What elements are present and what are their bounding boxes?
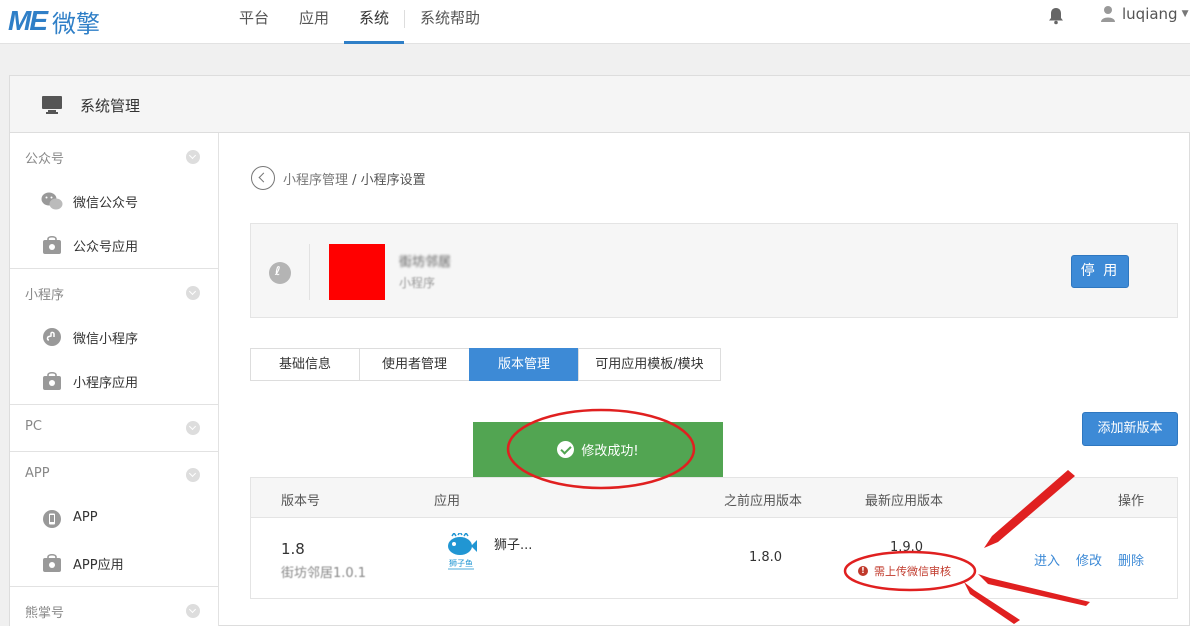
sidebar-group-label: 公众号 [25,152,65,167]
column-header: 应用 [434,494,461,509]
breadcrumb-separator: / [348,173,361,188]
breadcrumb-parent-link[interactable]: 小程序管理 [283,173,348,188]
table-header: 版本号 应用 之前应用版本 最新应用版本 操作 [251,478,1177,518]
chevron-down-icon: ▼ [1181,9,1189,19]
main-nav: 平台 应用 系统 系统帮助 [224,0,495,44]
breadcrumb-current: 小程序设置 [360,173,426,188]
add-version-button[interactable]: 添加新版本 [1082,412,1178,446]
sidebar-item-app-apps[interactable]: APP应用 [10,541,219,585]
sidebar-group-label: APP [25,466,50,481]
column-header: 最新应用版本 [865,494,944,509]
delete-link[interactable]: 删除 [1118,550,1144,569]
phone-icon [43,510,61,528]
nav-item-platform[interactable]: 平台 [224,0,284,44]
version-number: 1.8 [281,540,305,558]
top-navbar: ME 微擎 平台 应用 系统 系统帮助 luqiang ▼ [0,0,1190,44]
sidebar-divider [10,586,219,587]
miniprogram-icon [43,328,61,346]
toast-message: 修改成功! [581,444,639,459]
app-name: 狮子... [494,538,533,553]
version-description: 街坊邻居1.0.1 [281,566,367,581]
chevron-down-icon [186,604,200,618]
tab-version-management[interactable]: 版本管理 [469,348,579,381]
panel-header: 系统管理 [10,76,1190,133]
miniprogram-name: 街坊邻居 [399,255,452,270]
monitor-icon [42,96,62,114]
sidebar-divider [10,404,219,405]
tab-user-management[interactable]: 使用者管理 [359,348,470,381]
sidebar-group-label: PC [25,419,42,434]
tab-basic-info[interactable]: 基础信息 [250,348,360,381]
sidebar-item-label: 公众号应用 [73,240,139,255]
bell-icon[interactable] [1046,6,1066,26]
sidebar-group-label: 熊掌号 [25,606,65,621]
column-header: 版本号 [281,494,321,509]
sidebar-item-wechat-miniprogram[interactable]: 微信小程序 [10,315,219,359]
shopping-bag-icon [43,235,61,254]
brand-name: 微擎 [52,9,100,38]
tab-available-templates[interactable]: 可用应用模板/模块 [578,348,721,381]
sidebar-item-label: APP [73,510,98,525]
card-divider [309,244,310,300]
column-header: 之前应用版本 [724,494,803,509]
sidebar-group-pc[interactable]: PC [10,406,219,450]
disable-button[interactable]: 停 用 [1071,255,1129,288]
miniprogram-icon: ℓ [269,262,291,284]
sidebar-item-label: 微信小程序 [73,332,139,347]
nav-item-apps[interactable]: 应用 [284,0,344,44]
wechat-icon [41,192,63,210]
brand-logo[interactable]: ME 微擎 [8,5,100,38]
sidebar-group-official-account[interactable]: 公众号 [10,135,219,179]
sidebar-item-official-apps[interactable]: 公众号应用 [10,223,219,267]
version-table: 版本号 应用 之前应用版本 最新应用版本 操作 1.8 街坊邻居1.0.1 狮子… [250,477,1178,599]
app-thumbnail [329,244,385,300]
latest-version: 1.9.0 [890,540,924,555]
column-header: 操作 [1118,494,1145,509]
chevron-down-icon [186,468,200,482]
panel-title: 系统管理 [80,97,141,115]
sidebar-group-xiongzhang[interactable]: 熊掌号 [10,589,219,626]
warning-text: 需上传微信审核 [874,565,951,578]
app-logo-text: 狮子鱼 [449,558,473,568]
sidebar-group-miniprogram[interactable]: 小程序 [10,271,219,315]
settings-tabs: 基础信息 使用者管理 版本管理 可用应用模板/模块 [250,348,721,381]
app-logo: 狮子鱼 [448,533,477,570]
chevron-down-icon [186,150,200,164]
shopping-bag-icon [43,553,61,572]
username: luqiang [1122,5,1178,23]
nav-item-system-help[interactable]: 系统帮助 [405,0,495,44]
sidebar-item-app[interactable]: APP [10,497,219,541]
miniprogram-info-card: ℓ 街坊邻居 小程序 停 用 [250,223,1178,318]
sidebar-item-label: 微信公众号 [73,196,139,211]
success-toast: 修改成功! [473,422,723,477]
back-button[interactable] [251,166,275,190]
enter-link[interactable]: 进入 [1034,550,1060,569]
sidebar-divider [10,451,219,452]
brand-mark: ME [8,5,48,36]
sidebar-group-app[interactable]: APP [10,453,219,497]
sidebar: 公众号 微信公众号 公众号应用 小程序 微信小程序 小程序应用 PC APP A… [10,133,219,626]
alert-icon: ! [858,566,868,576]
sidebar-group-label: 小程序 [25,288,65,303]
review-warning: ! 需上传微信审核 [858,563,951,579]
user-icon [1101,6,1115,22]
miniprogram-type: 小程序 [399,276,436,290]
check-circle-icon [557,441,575,458]
user-menu[interactable]: luqiang ▼ [1100,5,1189,23]
edit-link[interactable]: 修改 [1076,550,1102,569]
sidebar-item-wechat-official[interactable]: 微信公众号 [10,179,219,223]
sidebar-item-miniprogram-apps[interactable]: 小程序应用 [10,359,219,403]
sidebar-item-label: APP应用 [73,558,124,573]
breadcrumb: 小程序管理 / 小程序设置 [283,169,426,188]
previous-version: 1.8.0 [749,550,783,565]
chevron-down-icon [186,421,200,435]
shopping-bag-icon [43,371,61,390]
nav-item-system[interactable]: 系统 [344,0,405,44]
sidebar-divider [10,268,219,269]
sidebar-item-label: 小程序应用 [73,376,139,391]
chevron-down-icon [186,286,200,300]
